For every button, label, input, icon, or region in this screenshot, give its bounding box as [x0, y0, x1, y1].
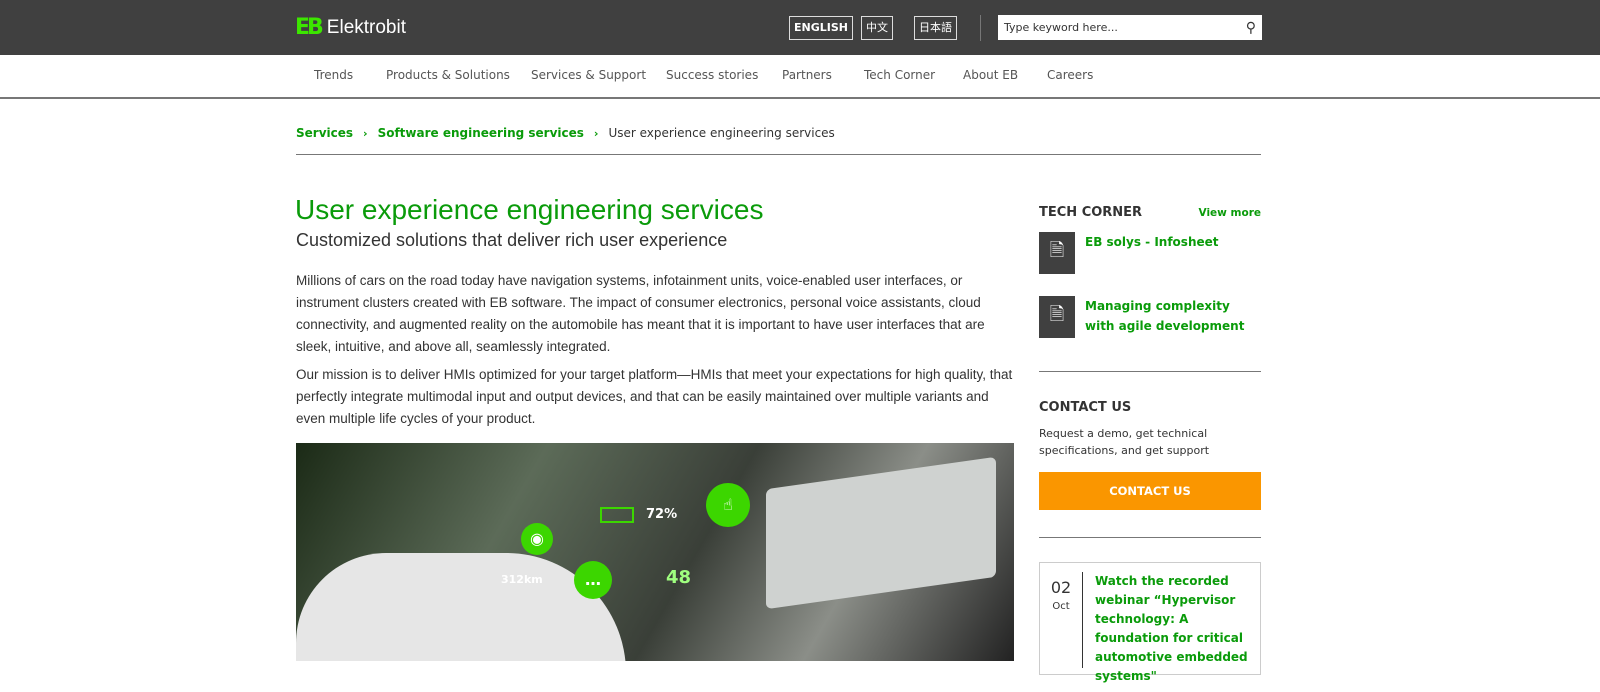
document-icon: 🗎 — [1039, 296, 1075, 338]
search-placeholder: Type keyword here... — [1004, 21, 1118, 34]
view-more-link[interactable]: View more — [1199, 207, 1261, 219]
page-title: User experience engineering services — [295, 194, 764, 225]
breadcrumb: Services › Software engineering services… — [296, 126, 835, 140]
page-subtitle: Customized solutions that deliver rich u… — [296, 230, 728, 250]
tech-corner-link[interactable]: Managing complexity with agile developme… — [1085, 296, 1261, 338]
eb-logo-icon: EB — [295, 15, 324, 40]
main-nav: Trends Products & Solutions Services & S… — [0, 55, 1600, 99]
divider — [980, 15, 981, 41]
brand-name: Elektrobit — [326, 16, 406, 38]
chevron-right-icon: › — [363, 126, 368, 140]
mission-paragraph: Our mission is to deliver HMIs optimized… — [296, 367, 1013, 426]
gesture-icon: ☝ — [706, 483, 750, 527]
nav-success-stories[interactable]: Success stories — [666, 68, 758, 82]
contact-section: CONTACT US Request a demo, get technical… — [1039, 400, 1261, 510]
event-card[interactable]: 02 Oct Watch the recorded webinar “Hyper… — [1039, 562, 1261, 683]
lang-chinese[interactable]: 中文 — [861, 16, 893, 40]
search-input[interactable]: Type keyword here... ⚲ — [998, 15, 1262, 40]
contact-us-button[interactable]: CONTACT US — [1039, 472, 1261, 510]
chevron-right-icon: › — [593, 126, 599, 140]
chat-icon: … — [574, 561, 612, 599]
contact-title: CONTACT US — [1039, 400, 1132, 415]
nav-tech-corner[interactable]: Tech Corner — [864, 68, 935, 82]
event-month: Oct — [1052, 601, 1070, 612]
divider — [1039, 537, 1261, 538]
eye-icon: ◉ — [521, 523, 553, 555]
nav-about-eb[interactable]: About EB — [963, 68, 1018, 82]
nav-partners[interactable]: Partners — [782, 68, 832, 82]
divider — [296, 154, 1261, 155]
nav-services-support[interactable]: Services & Support — [531, 68, 646, 82]
top-bar: EB Elektrobit ENGLISH 中文 日本語 Type keywor… — [0, 0, 1600, 55]
range-readout: 312km — [501, 573, 543, 586]
list-item[interactable]: 🗎 Managing complexity with agile develop… — [1039, 296, 1261, 338]
breadcrumb-software-engineering[interactable]: Software engineering services — [378, 126, 584, 140]
speed-readout: 48 — [666, 567, 692, 588]
billboard-display — [766, 456, 996, 610]
hero-image: ◉ … ☝ 72% 48 312km — [296, 443, 1014, 661]
nav-trends[interactable]: Trends — [314, 68, 353, 82]
nav-careers[interactable]: Careers — [1047, 68, 1093, 82]
search-icon[interactable]: ⚲ — [1246, 20, 1256, 36]
list-item[interactable]: 🗎 EB solys - Infosheet — [1039, 232, 1261, 274]
breadcrumb-current: User experience engineering services — [608, 126, 835, 140]
elektrobit-logo[interactable]: EB Elektrobit — [295, 15, 406, 40]
tech-corner-link[interactable]: EB solys - Infosheet — [1085, 232, 1219, 274]
event-date: 02 Oct — [1040, 572, 1083, 668]
battery-icon — [600, 507, 634, 523]
tech-corner: TECH CORNER View more 🗎 EB solys - Infos… — [1039, 205, 1261, 338]
nav-products-solutions[interactable]: Products & Solutions — [386, 68, 510, 82]
breadcrumb-services[interactable]: Services — [296, 126, 353, 140]
event-day: 02 — [1050, 578, 1072, 597]
lang-japanese[interactable]: 日本語 — [914, 16, 957, 40]
intro-paragraph: Millions of cars on the road today have … — [296, 273, 985, 354]
battery-level: 72% — [646, 507, 678, 522]
event-title[interactable]: Watch the recorded webinar “Hypervisor t… — [1095, 572, 1255, 683]
contact-text: Request a demo, get technical specificat… — [1039, 427, 1210, 457]
lang-english[interactable]: ENGLISH — [789, 16, 853, 40]
divider — [1039, 371, 1261, 372]
document-icon: 🗎 — [1039, 232, 1075, 274]
